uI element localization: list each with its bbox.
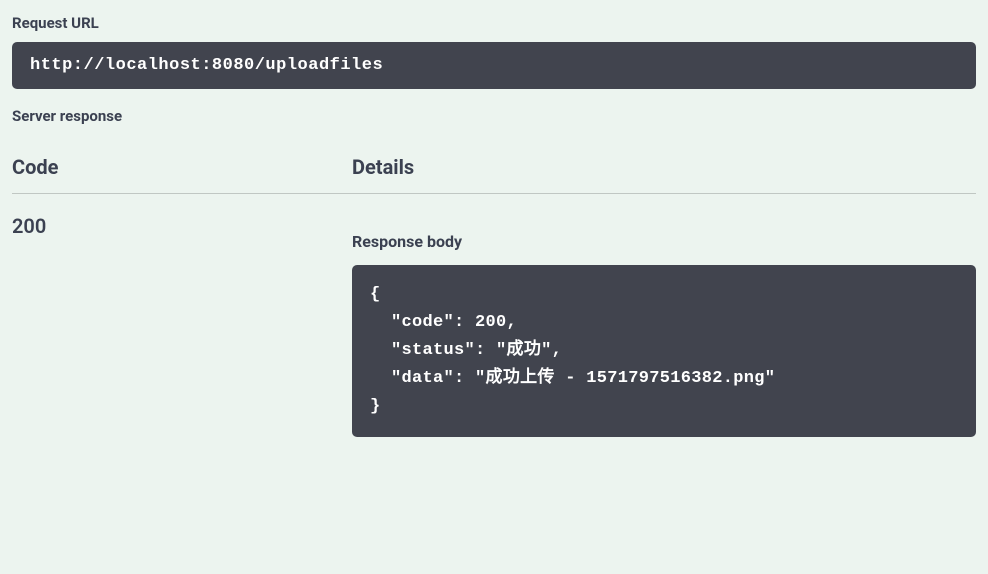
swagger-response-panel: Request URL http://localhost:8080/upload… [0,14,988,437]
response-code-value: 200 [12,214,352,437]
response-body-content: { "code": 200, "status": "成功", "data": "… [352,265,976,437]
server-response-label: Server response [12,107,976,125]
response-details-column: Response body { "code": 200, "status": "… [352,214,976,437]
request-url-label: Request URL [12,14,976,32]
request-url-value: http://localhost:8080/uploadfiles [12,42,976,89]
response-row: 200 Response body { "code": 200, "status… [12,214,976,437]
response-header-row: Code Details [12,155,976,194]
code-column-header: Code [12,155,352,179]
details-column-header: Details [352,155,976,179]
response-body-label: Response body [352,232,976,251]
